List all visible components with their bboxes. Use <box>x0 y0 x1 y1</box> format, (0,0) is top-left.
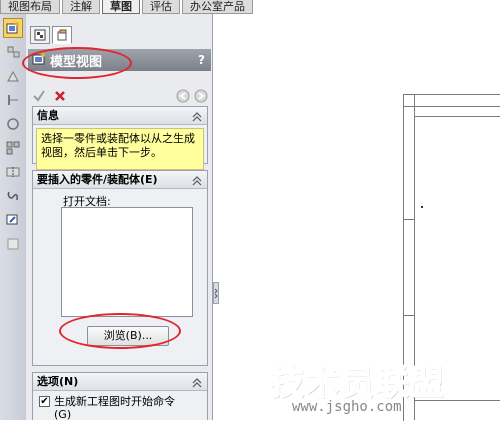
options-header: 选项(N) <box>37 375 79 388</box>
collapse-chevron-icon[interactable] <box>192 110 202 127</box>
info-group: 信息 选择一零件或装配体以从之生成视图，然后单击下一步。 <box>32 106 208 170</box>
collapse-chevron-icon[interactable] <box>192 376 202 393</box>
info-message: 选择一零件或装配体以从之生成视图，然后单击下一步。 <box>36 128 204 170</box>
start-command-label-cont: (G) <box>54 408 72 421</box>
action-row <box>32 88 208 106</box>
panel-tabs <box>30 26 74 44</box>
sheet-zone-line <box>403 219 415 220</box>
tab-2[interactable]: 草图 <box>102 0 140 14</box>
start-command-label: 生成新工程图时开始命令 <box>54 395 175 408</box>
section-view-icon[interactable] <box>3 90 23 110</box>
panel-title: 模型视图 <box>50 54 103 70</box>
panel-header: 模型视图 ? <box>28 49 211 71</box>
insert-part-group: 要插入的零件/装配体(E) 打开文档: 浏览(B)... <box>32 170 208 366</box>
next-arrow-icon[interactable] <box>194 89 208 106</box>
property-manager-tab[interactable] <box>52 26 72 44</box>
sheet-zone-line <box>403 315 415 316</box>
title-block-line <box>414 400 500 401</box>
tab-1[interactable]: 注解 <box>62 0 100 14</box>
start-command-option: ✔ 生成新工程图时开始命令 (G) <box>39 395 205 421</box>
cancel-x-icon[interactable] <box>54 90 66 105</box>
collapse-chevron-icon[interactable] <box>192 174 202 191</box>
command-manager-tabs: 视图布局 注解 草图 评估 办公室产品 <box>0 0 500 14</box>
standard-3-view-icon[interactable] <box>3 138 23 158</box>
insert-header: 要插入的零件/装配体(E) <box>37 173 158 186</box>
help-icon[interactable]: ? <box>198 53 205 67</box>
sheet-marker <box>421 206 423 208</box>
options-group: 选项(N) ✔ 生成新工程图时开始命令 (G) <box>32 372 208 421</box>
drawing-sheet-border <box>403 94 500 421</box>
tab-0[interactable]: 视图布局 <box>0 0 60 14</box>
model-view-header-icon <box>32 52 46 69</box>
ok-check-icon[interactable] <box>32 89 46 106</box>
broken-view-icon[interactable] <box>3 162 23 182</box>
crop-view-icon[interactable] <box>3 186 23 206</box>
alternate-position-icon[interactable] <box>3 210 23 230</box>
back-arrow-icon[interactable] <box>176 89 190 106</box>
tab-4[interactable]: 办公室产品 <box>182 0 253 14</box>
start-command-checkbox[interactable]: ✔ <box>39 396 50 407</box>
info-header: 信息 <box>37 109 59 122</box>
browse-button[interactable]: 浏览(B)... <box>87 326 169 346</box>
projected-view-icon[interactable] <box>3 42 23 62</box>
panel-splitter-handle[interactable] <box>213 282 219 304</box>
model-view-icon[interactable] <box>3 18 23 38</box>
open-documents-list[interactable] <box>61 207 193 317</box>
watermark-url: www.jsgho.com <box>292 399 402 415</box>
sheet-zone-line <box>403 106 500 107</box>
sheet-inner-border <box>414 94 415 420</box>
tab-3[interactable]: 评估 <box>142 0 180 14</box>
feature-tree-tab[interactable] <box>30 26 50 44</box>
property-manager: 模型视图 ? 信息 选择一零件或装配体以从之生成视图，然后单击下一步。 要插入的… <box>26 14 213 421</box>
detail-view-icon[interactable] <box>3 114 23 134</box>
auxiliary-view-icon[interactable] <box>3 66 23 86</box>
relative-view-icon[interactable] <box>3 234 23 254</box>
sheet-zone-line <box>414 116 500 117</box>
view-toolbar <box>0 14 27 420</box>
